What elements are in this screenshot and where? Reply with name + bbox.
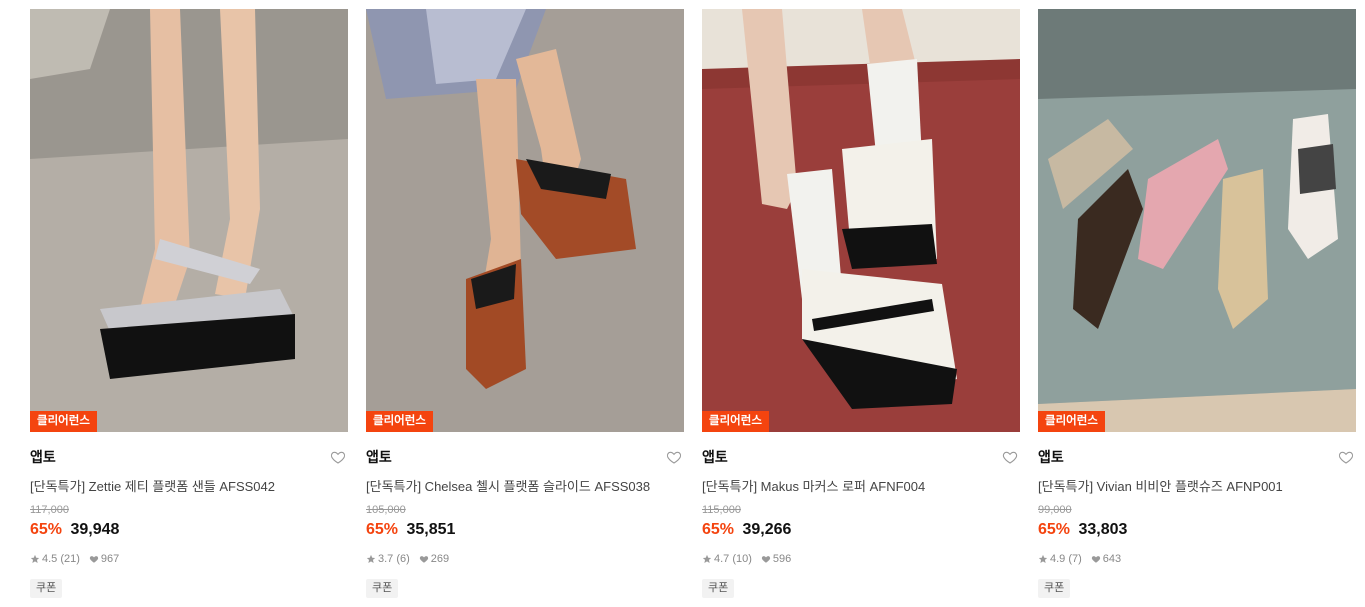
coupon-tag: 쿠폰 <box>366 579 399 598</box>
brand-name[interactable]: 앱토 <box>702 448 1020 466</box>
clearance-badge: 클리어런스 <box>702 411 769 432</box>
product-card[interactable]: 클리어런스 앱토 [단독특가] Zettie 제티 플랫폼 샌들 AFSS042… <box>30 9 348 598</box>
sale-price: 33,803 <box>1078 521 1128 538</box>
product-card[interactable]: 클리어런스 앱토 [단독특가] Vivian 비비안 플랫슈즈 AFNP001 … <box>1038 9 1356 598</box>
coupon-tag: 쿠폰 <box>1038 579 1071 598</box>
original-price: 115,000 <box>702 504 741 516</box>
like-count: 967 <box>100 553 120 565</box>
heart-outline-icon[interactable] <box>666 449 682 465</box>
product-card[interactable]: 클리어런스 앱토 [단독특가] Makus 마커스 로퍼 AFNF004 115… <box>702 9 1020 598</box>
discount-rate: 65% <box>366 521 399 538</box>
rating: 4.5 (21) <box>42 553 80 565</box>
heart-outline-icon[interactable] <box>1002 449 1018 465</box>
star-icon <box>1038 554 1048 563</box>
brand-name[interactable]: 앱토 <box>30 448 348 466</box>
clearance-badge: 클리어런스 <box>366 411 433 432</box>
brand-name[interactable]: 앱토 <box>1038 448 1356 466</box>
sale-price: 39,948 <box>70 521 120 538</box>
star-icon <box>366 554 376 563</box>
heart-filled-icon <box>419 556 428 563</box>
brand-name[interactable]: 앱토 <box>366 448 684 466</box>
like-count: 596 <box>772 553 792 565</box>
star-icon <box>702 554 712 563</box>
original-price: 99,000 <box>1038 504 1072 516</box>
like-count: 643 <box>1102 553 1122 565</box>
like-count: 269 <box>430 553 450 565</box>
heart-outline-icon[interactable] <box>330 449 346 465</box>
clearance-badge: 클리어런스 <box>30 411 97 432</box>
sale-price: 39,266 <box>742 521 792 538</box>
rating: 4.7 (10) <box>714 553 752 565</box>
product-image[interactable]: 클리어런스 <box>1038 9 1356 432</box>
discount-rate: 65% <box>1038 521 1071 538</box>
original-price: 105,000 <box>366 504 406 516</box>
heart-outline-icon[interactable] <box>1338 449 1354 465</box>
clearance-badge: 클리어런스 <box>1038 411 1105 432</box>
product-title[interactable]: [단독특가] Chelsea 첼시 플랫폼 슬라이드 AFSS038 <box>366 479 684 495</box>
discount-rate: 65% <box>702 521 735 538</box>
heart-filled-icon <box>761 556 771 563</box>
product-title[interactable]: [단독특가] Makus 마커스 로퍼 AFNF004 <box>702 479 1020 495</box>
original-price: 117,000 <box>30 504 69 516</box>
sale-price: 35,851 <box>406 521 456 538</box>
rating: 3.7 (6) <box>378 553 410 565</box>
coupon-tag: 쿠폰 <box>702 579 735 598</box>
product-image[interactable]: 클리어런스 <box>30 9 348 432</box>
heart-filled-icon <box>1091 556 1100 563</box>
discount-rate: 65% <box>30 521 63 538</box>
heart-filled-icon <box>89 556 99 563</box>
product-card[interactable]: 클리어런스 앱토 [단독특가] Chelsea 첼시 플랫폼 슬라이드 AFSS… <box>366 9 684 598</box>
coupon-tag: 쿠폰 <box>30 579 63 598</box>
rating: 4.9 (7) <box>1050 553 1082 565</box>
product-title[interactable]: [단독특가] Vivian 비비안 플랫슈즈 AFNP001 <box>1038 479 1356 495</box>
product-title[interactable]: [단독특가] Zettie 제티 플랫폼 샌들 AFSS042 <box>30 479 348 495</box>
star-icon <box>30 554 40 563</box>
product-image[interactable]: 클리어런스 <box>702 9 1020 432</box>
product-image[interactable]: 클리어런스 <box>366 9 684 432</box>
